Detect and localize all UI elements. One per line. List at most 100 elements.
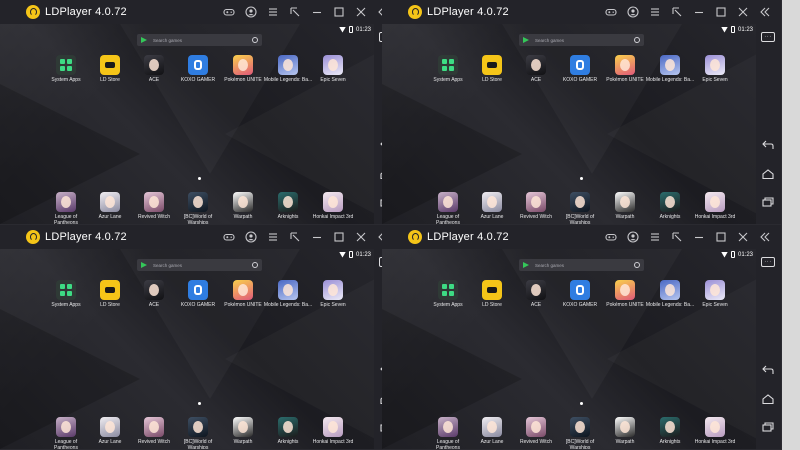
warpath-icon[interactable] [233, 417, 253, 437]
league-of-pantheons-icon[interactable] [438, 417, 458, 437]
bottom-app-4[interactable]: [BC]World of Warships [555, 192, 605, 224]
gamepad-icon[interactable] [600, 225, 622, 249]
top-app-5[interactable]: Pokémon UNITE [218, 55, 268, 84]
arknights-icon[interactable] [660, 417, 680, 437]
menu-icon[interactable] [262, 225, 284, 249]
pokemon-unite-icon[interactable] [615, 55, 635, 75]
bottom-app-5[interactable]: Warpath [218, 417, 268, 446]
azur-lane-icon[interactable] [482, 417, 502, 437]
maximize-icon[interactable] [328, 0, 350, 24]
top-app-3[interactable]: ACE [511, 55, 561, 84]
top-app-7[interactable]: Epic Seven [690, 280, 740, 309]
page-indicator-dot[interactable] [198, 402, 201, 405]
title-bar[interactable]: LDPlayer 4.0.72 [0, 225, 399, 249]
top-app-4[interactable]: KOXO GAMER [173, 55, 223, 84]
ld-store-icon[interactable] [482, 280, 502, 300]
top-app-5[interactable]: Pokémon UNITE [600, 280, 650, 309]
top-app-7[interactable]: Epic Seven [308, 280, 358, 309]
world-of-warships-icon[interactable] [188, 417, 208, 437]
search-games-bar[interactable]: Search games [137, 34, 262, 46]
system-apps-icon[interactable] [56, 55, 76, 75]
top-app-2[interactable]: LD Store [467, 280, 517, 309]
bottom-app-1[interactable]: League of Pantheons [41, 417, 91, 449]
recent-apps-icon[interactable] [761, 421, 775, 433]
top-app-2[interactable]: LD Store [85, 280, 135, 309]
page-indicator-dot[interactable] [580, 177, 583, 180]
minimize-icon[interactable] [306, 225, 328, 249]
honkai-impact-icon[interactable] [323, 192, 343, 212]
top-app-1[interactable]: System Apps [41, 55, 91, 84]
top-app-4[interactable]: KOXO GAMER [555, 55, 605, 84]
azur-lane-icon[interactable] [100, 192, 120, 212]
account-icon[interactable] [240, 0, 262, 24]
home-icon[interactable] [761, 168, 775, 180]
bottom-app-7[interactable]: Honkai Impact 3rd [308, 417, 358, 446]
bottom-app-7[interactable]: Honkai Impact 3rd [690, 417, 740, 446]
epic-seven-icon[interactable] [323, 280, 343, 300]
world-of-warships-icon[interactable] [188, 192, 208, 212]
mobile-legends-icon[interactable] [278, 280, 298, 300]
search-games-bar[interactable]: Search games [137, 259, 262, 271]
azur-lane-icon[interactable] [482, 192, 502, 212]
back-icon[interactable] [761, 139, 775, 151]
koxo-gamer-icon[interactable] [188, 55, 208, 75]
bottom-app-1[interactable]: League of Pantheons [423, 192, 473, 224]
gamepad-icon[interactable] [218, 0, 240, 24]
maximize-icon[interactable] [328, 225, 350, 249]
more-icon[interactable]: ··· [761, 32, 775, 42]
more-icon[interactable]: ··· [761, 257, 775, 267]
bottom-app-3[interactable]: Revived Witch [129, 192, 179, 221]
ace-icon[interactable] [526, 55, 546, 75]
bottom-app-7[interactable]: Honkai Impact 3rd [308, 192, 358, 221]
top-app-2[interactable]: LD Store [85, 55, 135, 84]
top-app-1[interactable]: System Apps [423, 55, 473, 84]
honkai-impact-icon[interactable] [323, 417, 343, 437]
mobile-legends-icon[interactable] [278, 55, 298, 75]
ld-store-icon[interactable] [482, 55, 502, 75]
warpath-icon[interactable] [615, 192, 635, 212]
top-app-3[interactable]: ACE [511, 280, 561, 309]
ace-icon[interactable] [144, 55, 164, 75]
mobile-legends-icon[interactable] [660, 280, 680, 300]
close-icon[interactable] [350, 0, 372, 24]
koxo-gamer-icon[interactable] [570, 280, 590, 300]
system-apps-icon[interactable] [56, 280, 76, 300]
top-app-2[interactable]: LD Store [467, 55, 517, 84]
league-of-pantheons-icon[interactable] [438, 192, 458, 212]
bottom-app-6[interactable]: Arknights [645, 417, 695, 446]
epic-seven-icon[interactable] [323, 55, 343, 75]
system-apps-icon[interactable] [438, 280, 458, 300]
league-of-pantheons-icon[interactable] [56, 417, 76, 437]
page-indicator-dot[interactable] [580, 402, 583, 405]
menu-icon[interactable] [644, 0, 666, 24]
bottom-app-1[interactable]: League of Pantheons [41, 192, 91, 224]
android-home-screen[interactable]: 01:23 Search games System Apps LD Store AC… [382, 249, 757, 449]
pokemon-unite-icon[interactable] [233, 55, 253, 75]
honkai-impact-icon[interactable] [705, 192, 725, 212]
epic-seven-icon[interactable] [705, 280, 725, 300]
shrink-icon[interactable] [284, 225, 306, 249]
top-app-4[interactable]: KOXO GAMER [173, 280, 223, 309]
bottom-app-3[interactable]: Revived Witch [129, 417, 179, 446]
bottom-app-2[interactable]: Azur Lane [85, 417, 135, 446]
honkai-impact-icon[interactable] [705, 417, 725, 437]
bottom-app-3[interactable]: Revived Witch [511, 192, 561, 221]
account-icon[interactable] [622, 225, 644, 249]
arknights-icon[interactable] [278, 417, 298, 437]
gamepad-icon[interactable] [600, 0, 622, 24]
search-icon[interactable] [634, 262, 640, 268]
bottom-app-4[interactable]: [BC]World of Warships [555, 417, 605, 449]
top-app-5[interactable]: Pokémon UNITE [218, 280, 268, 309]
revived-witch-icon[interactable] [144, 417, 164, 437]
revived-witch-icon[interactable] [526, 417, 546, 437]
home-icon[interactable] [761, 393, 775, 405]
search-games-bar[interactable]: Search games [519, 259, 644, 271]
top-app-1[interactable]: System Apps [423, 280, 473, 309]
top-app-7[interactable]: Epic Seven [690, 55, 740, 84]
bottom-app-4[interactable]: [BC]World of Warships [173, 417, 223, 449]
minimize-icon[interactable] [688, 225, 710, 249]
title-bar[interactable]: LDPlayer 4.0.72 [0, 0, 399, 24]
android-home-screen[interactable]: 01:23 Search games System Apps LD Store AC… [382, 24, 757, 224]
bottom-app-6[interactable]: Arknights [645, 192, 695, 221]
title-bar[interactable]: LDPlayer 4.0.72 [382, 0, 781, 24]
